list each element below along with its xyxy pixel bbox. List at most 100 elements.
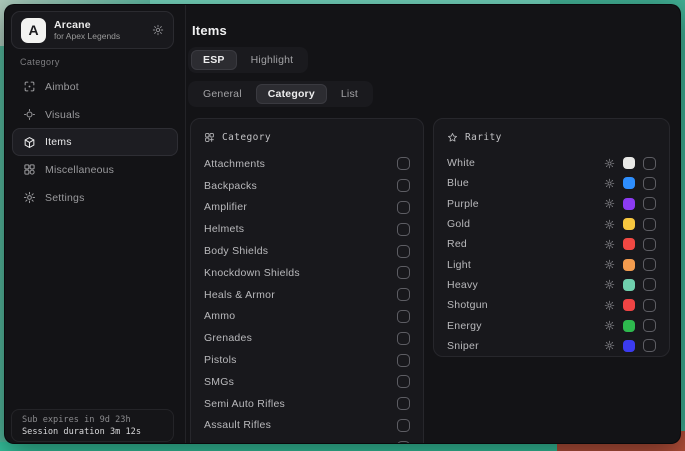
tab-esp[interactable]: ESP (191, 50, 237, 70)
rarity-label: White (447, 157, 475, 169)
category-label: Helmets (204, 223, 244, 235)
color-swatch[interactable] (623, 279, 635, 291)
category-row: Body Shields (204, 240, 410, 262)
category-label: Amplifier (204, 201, 247, 213)
sidebar-item-label: Aimbot (45, 81, 79, 93)
rarity-label: Red (447, 238, 467, 250)
crosshair-icon (23, 80, 36, 93)
gear-icon[interactable] (152, 24, 164, 36)
rarity-checkbox[interactable] (643, 278, 656, 291)
rarity-controls (604, 218, 656, 231)
rarity-label: Purple (447, 198, 479, 210)
sidebar-item-miscellaneous[interactable]: Miscellaneous (12, 156, 178, 184)
rarity-row: Shotgun (447, 295, 656, 315)
color-swatch[interactable] (623, 259, 635, 271)
rarity-checkbox[interactable] (643, 177, 656, 190)
category-checkbox[interactable] (397, 441, 410, 444)
category-checkbox[interactable] (397, 310, 410, 323)
gear-icon[interactable] (604, 320, 615, 331)
category-checkbox[interactable] (397, 157, 410, 170)
category-checkbox[interactable] (397, 354, 410, 367)
category-checkbox[interactable] (397, 179, 410, 192)
app-header-text: Arcane for Apex Legends (54, 19, 144, 42)
tab-general[interactable]: General (191, 84, 254, 104)
color-swatch[interactable] (623, 320, 635, 332)
sidebar-item-items[interactable]: Items (12, 128, 178, 156)
gear-icon[interactable] (604, 259, 615, 270)
category-row: Helmets (204, 218, 410, 240)
gear-icon[interactable] (604, 178, 615, 189)
color-swatch[interactable] (623, 340, 635, 352)
category-checkbox[interactable] (397, 375, 410, 388)
category-checkbox[interactable] (397, 288, 410, 301)
sidebar-item-visuals[interactable]: Visuals (12, 101, 178, 129)
rarity-checkbox[interactable] (643, 238, 656, 251)
rarity-panel-title: Rarity (465, 132, 502, 143)
rarity-checkbox[interactable] (643, 299, 656, 312)
eye-scan-icon (23, 108, 36, 121)
rarity-controls (604, 177, 656, 190)
category-label: Attachments (204, 158, 265, 170)
color-swatch[interactable] (623, 198, 635, 210)
sidebar-item-label: Miscellaneous (45, 164, 114, 176)
rarity-checkbox[interactable] (643, 218, 656, 231)
gear-icon[interactable] (604, 158, 615, 169)
rarity-row: Blue (447, 173, 656, 193)
category-row: Amplifier (204, 197, 410, 219)
rarity-checkbox[interactable] (643, 258, 656, 271)
rarity-checkbox[interactable] (643, 339, 656, 352)
category-row: SMGs (204, 371, 410, 393)
rarity-checkbox[interactable] (643, 319, 656, 332)
gear-icon[interactable] (604, 340, 615, 351)
color-swatch[interactable] (623, 218, 635, 230)
rarity-row: Sniper (447, 336, 656, 356)
tab-category[interactable]: Category (256, 84, 327, 104)
tab-list[interactable]: List (329, 84, 370, 104)
gear-icon[interactable] (604, 219, 615, 230)
cube-icon (23, 136, 36, 149)
category-panel: Category Attachments Backpacks Amplifier… (190, 118, 424, 444)
category-checkbox[interactable] (397, 223, 410, 236)
star-icon (447, 132, 458, 143)
page-title: Items (192, 23, 227, 38)
category-checkbox[interactable] (397, 245, 410, 258)
tab-highlight[interactable]: Highlight (239, 50, 306, 70)
session-duration-text: Session duration 3m 12s (22, 427, 163, 437)
category-row: Grenades (204, 327, 410, 349)
rarity-controls (604, 238, 656, 251)
gear-icon[interactable] (604, 279, 615, 290)
arcane-menu-window: A Arcane for Apex Legends Category Aimbo… (4, 4, 681, 444)
rarity-label: Blue (447, 177, 469, 189)
category-row: Ammo (204, 306, 410, 328)
category-label: Grenades (204, 332, 252, 344)
category-checkbox[interactable] (397, 397, 410, 410)
category-checkbox[interactable] (397, 201, 410, 214)
rarity-controls (604, 157, 656, 170)
category-panel-header: Category (204, 119, 410, 153)
color-swatch[interactable] (623, 157, 635, 169)
gear-icon[interactable] (604, 300, 615, 311)
sidebar-item-settings[interactable]: Settings (12, 184, 178, 212)
color-swatch[interactable] (623, 238, 635, 250)
rarity-label: Gold (447, 218, 470, 230)
category-checkbox[interactable] (397, 332, 410, 345)
sidebar-section-label: Category (20, 57, 60, 67)
color-swatch[interactable] (623, 299, 635, 311)
category-row: Semi Auto Rifles (204, 393, 410, 415)
rarity-checkbox[interactable] (643, 197, 656, 210)
category-label: Assault Rifles (204, 419, 271, 431)
layout-grid-icon (23, 163, 36, 176)
rarity-checkbox[interactable] (643, 157, 656, 170)
gear-icon[interactable] (604, 239, 615, 250)
category-label: Ammo (204, 310, 235, 322)
category-label: LMGs (204, 441, 233, 444)
app-name: Arcane (54, 19, 144, 31)
sidebar-item-aimbot[interactable]: Aimbot (12, 73, 178, 101)
category-row: Attachments (204, 153, 410, 175)
rarity-label: Light (447, 259, 471, 271)
grid-icon (204, 132, 215, 143)
category-checkbox[interactable] (397, 419, 410, 432)
category-checkbox[interactable] (397, 266, 410, 279)
gear-icon[interactable] (604, 198, 615, 209)
color-swatch[interactable] (623, 177, 635, 189)
